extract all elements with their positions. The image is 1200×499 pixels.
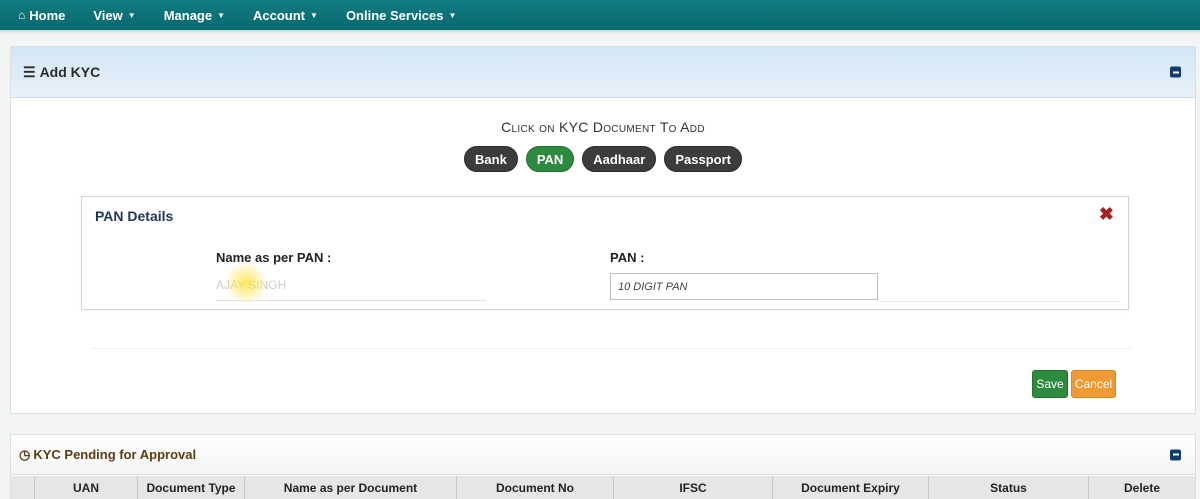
doc-heading: Click on KYC Document To Add <box>501 119 705 135</box>
table-header-blank <box>11 476 35 499</box>
caret-down-icon: ▼ <box>448 10 457 20</box>
cursor-highlight <box>226 263 266 303</box>
table-header-delete: Delete <box>1123 481 1161 495</box>
table-header-document-expiry: Document Expiry <box>773 476 929 499</box>
nav-view[interactable]: View ▼ <box>93 8 135 23</box>
table-header-name-as-per-document: Name as per Document <box>245 476 457 499</box>
close-icon[interactable]: ✖ <box>1099 204 1114 225</box>
table-header-status: Status <box>929 476 1089 499</box>
nav-manage[interactable]: Manage ▼ <box>164 8 225 23</box>
table-header-document-no: Document No <box>457 476 614 499</box>
kyc-pending-header: ◷ KYC Pending for Approval <box>11 435 1195 475</box>
caret-down-icon: ▼ <box>310 10 318 20</box>
nav-account-label: Account <box>253 7 306 23</box>
top-navbar: ⌂ Home View ▼ Manage ▼ Account ▼ Online … <box>0 0 1200 30</box>
pan-label: PAN : <box>610 250 645 265</box>
nav-view-label: View <box>93 7 123 23</box>
pan-details-box: PAN Details ✖ Name as per PAN : AJAY SIN… <box>81 196 1129 310</box>
add-kyc-title: ☰ Add KYC <box>23 64 100 81</box>
nav-home[interactable]: ⌂ Home <box>18 8 65 23</box>
nav-online-services[interactable]: Online Services ▼ <box>346 8 456 23</box>
pan-input[interactable] <box>610 273 878 300</box>
pan-field-underline <box>880 301 1120 302</box>
doc-button-passport[interactable]: Passport <box>664 146 742 172</box>
clock-icon: ◷ <box>19 446 31 462</box>
nav-shadow <box>0 30 1200 34</box>
kyc-pending-title: ◷ KYC Pending for Approval <box>19 447 196 463</box>
doc-type-buttons: Bank PAN Aadhaar Passport <box>11 146 1195 172</box>
kyc-pending-panel: ◷ KYC Pending for Approval UAN Document … <box>10 434 1196 499</box>
caret-down-icon: ▼ <box>217 10 226 20</box>
add-kyc-panel: ☰ Add KYC Click on KYC Document To Add B… <box>10 46 1196 414</box>
add-kyc-title-text: Add KYC <box>39 64 101 80</box>
home-icon: ⌂ <box>18 8 26 22</box>
pan-details-title: PAN Details <box>95 208 174 224</box>
table-header-ifsc: IFSC <box>614 476 773 499</box>
doc-button-pan[interactable]: PAN <box>525 146 575 172</box>
nav-online-services-label: Online Services <box>345 7 444 23</box>
add-kyc-header: ☰ Add KYC <box>11 47 1195 98</box>
menu-icon: ☰ <box>23 63 36 80</box>
save-button[interactable]: Save <box>1032 370 1068 398</box>
cancel-button[interactable]: Cancel <box>1071 370 1116 398</box>
doc-button-aadhaar[interactable]: Aadhaar <box>582 146 657 172</box>
kyc-pending-title-text: KYC Pending for Approval <box>33 447 197 462</box>
collapse-icon[interactable] <box>1170 449 1181 460</box>
collapse-icon[interactable] <box>1170 66 1181 78</box>
caret-down-icon: ▼ <box>127 10 136 20</box>
pending-table-header: UAN Document Type Name as per Document D… <box>11 476 1195 499</box>
table-header-document-type: Document Type <box>138 476 245 499</box>
nav-manage-label: Manage <box>163 7 213 23</box>
nav-account[interactable]: Account ▼ <box>253 8 318 23</box>
nav-home-label: Home <box>29 7 66 23</box>
name-as-per-pan-label: Name as per PAN : <box>216 250 332 265</box>
doc-button-bank[interactable]: Bank <box>464 146 518 172</box>
table-header-uan: UAN <box>35 476 138 499</box>
divider <box>91 348 1131 349</box>
